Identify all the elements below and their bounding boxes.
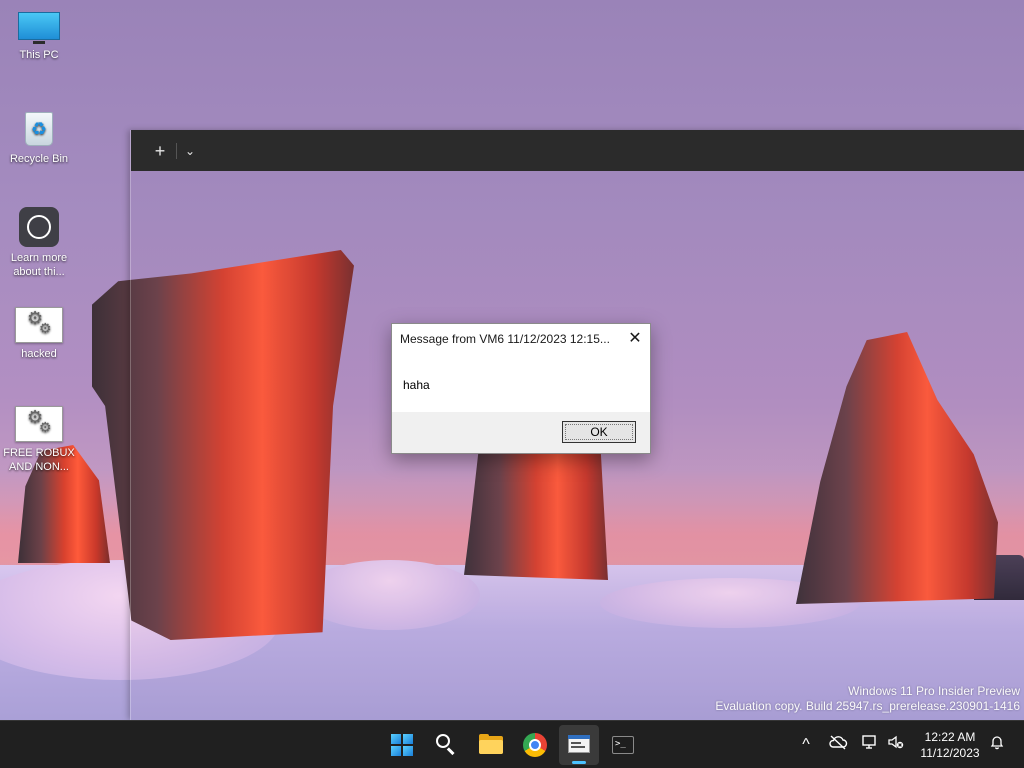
config-file-icon: ⚙ ⚙ bbox=[15, 307, 63, 343]
tab-dropdown-button[interactable]: ⌄ bbox=[181, 138, 199, 164]
recycle-bin-icon: ♻ bbox=[21, 108, 57, 148]
notification-bell-icon[interactable] bbox=[985, 733, 1009, 757]
desktop-icon-label-line1: Learn more bbox=[10, 252, 68, 264]
dialog-titlebar[interactable]: Message from VM6 11/12/2023 12:15... ✕ bbox=[392, 324, 650, 354]
config-file-icon: ⚙ ⚙ bbox=[15, 406, 63, 442]
network-icon[interactable] bbox=[858, 733, 882, 757]
monitor-icon bbox=[18, 12, 60, 44]
desktop-icon-hacked[interactable]: ⚙ ⚙ hacked bbox=[1, 307, 77, 361]
desktop-icon-this-pc[interactable]: This PC bbox=[1, 12, 77, 62]
volume-muted-icon[interactable] bbox=[884, 733, 908, 757]
desktop-icon-label: This PC bbox=[19, 49, 59, 61]
titlebar-separator bbox=[176, 143, 177, 159]
terminal-titlebar[interactable]: + ⌄ bbox=[131, 130, 1024, 171]
learn-more-icon bbox=[19, 207, 59, 247]
desktop-icon-recycle-bin[interactable]: ♻ Recycle Bin bbox=[1, 108, 77, 166]
message-dialog: Message from VM6 11/12/2023 12:15... ✕ h… bbox=[391, 323, 651, 454]
ok-button[interactable]: OK bbox=[562, 421, 636, 443]
terminal-button[interactable]: >_ bbox=[603, 725, 643, 765]
chrome-button[interactable] bbox=[515, 725, 555, 765]
desktop-icon-label-line1: FREE ROBUX bbox=[3, 447, 75, 459]
cloud-offline-icon[interactable] bbox=[826, 733, 850, 757]
system-clock[interactable]: 12:22 AM 11/12/2023 bbox=[912, 729, 988, 761]
clock-date: 11/12/2023 bbox=[920, 746, 980, 760]
close-button[interactable]: ✕ bbox=[620, 324, 650, 354]
desktop-icon-label-line2: AND NON... bbox=[9, 461, 69, 473]
desktop-icon-free-robux[interactable]: ⚙ ⚙ FREE ROBUX AND NON... bbox=[1, 406, 77, 474]
taskbar: >_ ^ 12:22 AM 11/12/2023 bbox=[0, 720, 1024, 768]
desktop-icon-label: Recycle Bin bbox=[9, 153, 69, 165]
desktop-icon-label: hacked bbox=[21, 348, 57, 360]
new-tab-button[interactable]: + bbox=[147, 138, 173, 164]
windows-start-icon bbox=[391, 734, 413, 756]
active-indicator bbox=[572, 761, 586, 764]
desktop-icon-learn-more[interactable]: Learn more about thi... bbox=[1, 207, 77, 279]
file-explorer-button[interactable] bbox=[471, 725, 511, 765]
message-app-button[interactable] bbox=[559, 725, 599, 765]
desktop-icon-label-line2: about thi... bbox=[13, 266, 65, 278]
dialog-title: Message from VM6 11/12/2023 12:15... bbox=[400, 332, 610, 346]
search-button[interactable] bbox=[426, 725, 466, 765]
dialog-message: haha bbox=[403, 378, 430, 392]
clock-time: 12:22 AM bbox=[924, 730, 976, 744]
chevron-up-icon[interactable]: ^ bbox=[794, 733, 818, 757]
start-button[interactable] bbox=[382, 725, 422, 765]
dialog-body: haha bbox=[392, 354, 650, 412]
